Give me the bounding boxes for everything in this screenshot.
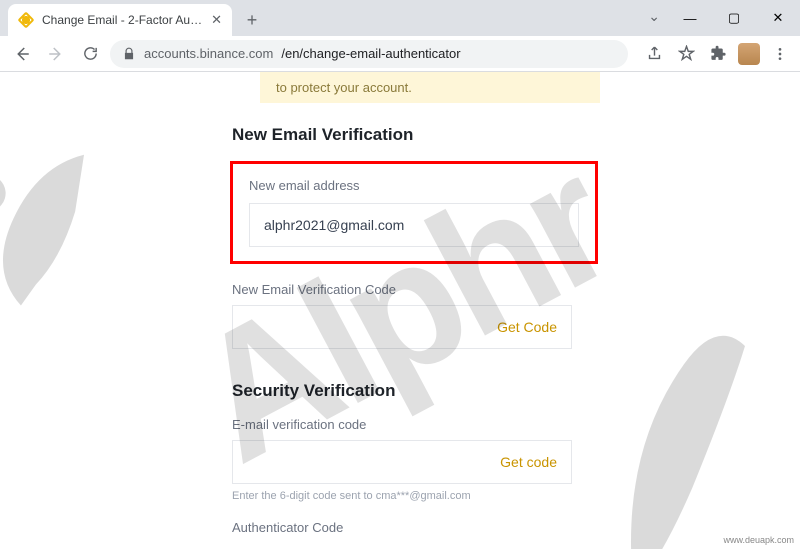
maximize-button[interactable]: ▢ [712, 4, 756, 32]
browser-tab[interactable]: Change Email - 2-Factor Authent ✕ [8, 4, 232, 36]
arrow-left-icon [13, 45, 31, 63]
new-tab-button[interactable]: + [238, 6, 266, 34]
new-email-value: alphr2021@gmail.com [264, 217, 404, 233]
new-email-code-label: New Email Verification Code [232, 282, 612, 297]
watermark-logo-icon [0, 72, 221, 373]
new-email-section-title: New Email Verification [232, 125, 612, 145]
share-icon[interactable] [642, 42, 666, 66]
menu-icon[interactable] [768, 42, 792, 66]
profile-avatar[interactable] [738, 43, 760, 65]
email-code-input[interactable]: Get code [232, 440, 572, 484]
email-code-hint: Enter the 6-digit code sent to cma***@gm… [232, 490, 612, 502]
arrow-right-icon [47, 45, 65, 63]
get-code-button-2[interactable]: Get code [500, 454, 557, 470]
forward-button[interactable] [42, 40, 70, 68]
reload-button[interactable] [76, 40, 104, 68]
browser-toolbar: accounts.binance.com/en/change-email-aut… [0, 36, 800, 72]
lock-icon [122, 47, 136, 61]
source-attribution: www.deuapk.com [723, 535, 794, 545]
new-email-label: New email address [249, 178, 579, 193]
page-viewport: Alphr to protect your account. New Email… [0, 72, 800, 549]
notice-banner: to protect your account. [260, 72, 600, 103]
tab-dropdown-icon[interactable]: ⌄ [648, 8, 660, 25]
address-bar[interactable]: accounts.binance.com/en/change-email-aut… [110, 40, 628, 68]
authenticator-code-label: Authenticator Code [232, 520, 612, 535]
reload-icon [82, 45, 99, 62]
minimize-button[interactable]: — [668, 4, 712, 32]
url-path: /en/change-email-authenticator [281, 46, 460, 61]
window-controls: — ▢ ✕ [668, 0, 800, 36]
tab-title: Change Email - 2-Factor Authent [42, 13, 203, 27]
form-content: to protect your account. New Email Verif… [232, 72, 612, 535]
url-host: accounts.binance.com [144, 46, 273, 61]
security-section-title: Security Verification [232, 381, 612, 401]
email-code-label: E-mail verification code [232, 417, 612, 432]
close-window-button[interactable]: ✕ [756, 4, 800, 32]
binance-favicon [18, 12, 34, 28]
browser-title-bar: Change Email - 2-Factor Authent ✕ + ⌄ — … [0, 0, 800, 36]
back-button[interactable] [8, 40, 36, 68]
new-email-input[interactable]: alphr2021@gmail.com [249, 203, 579, 247]
toolbar-actions [642, 42, 792, 66]
get-code-button[interactable]: Get Code [497, 319, 557, 335]
highlighted-field-group: New email address alphr2021@gmail.com [230, 161, 598, 264]
bookmark-icon[interactable] [674, 42, 698, 66]
new-email-code-input[interactable]: Get Code [232, 305, 572, 349]
extensions-icon[interactable] [706, 42, 730, 66]
notice-text: to protect your account. [276, 80, 412, 95]
tab-close-icon[interactable]: ✕ [211, 12, 222, 28]
